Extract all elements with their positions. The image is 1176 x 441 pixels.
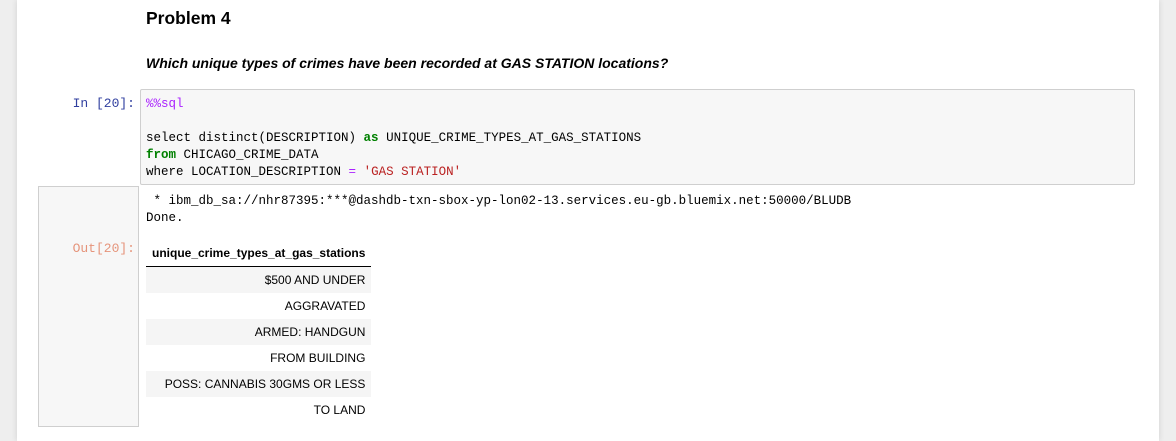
code-line-from: from CHICAGO_CRIME_DATA — [146, 147, 641, 164]
table-name: CHICAGO_CRIME_DATA — [176, 148, 319, 162]
problem-title: Problem 4 — [146, 8, 231, 28]
table-cell: ARMED: HANDGUN — [146, 319, 372, 345]
equals-operator: = — [348, 165, 357, 179]
where-clause: where LOCATION_DESCRIPTION — [146, 165, 349, 179]
table-row: FROM BUILDING — [146, 345, 371, 371]
code-input-area[interactable]: %%sql select distinct(DESCRIPTION) as UNI… — [140, 89, 1135, 185]
code-line-select: select distinct(DESCRIPTION) as UNIQUE_C… — [146, 130, 641, 147]
status-done: Done. — [146, 211, 184, 225]
sql-magic: %%sql — [146, 97, 184, 111]
table-cell: POSS: CANNABIS 30GMS OR LESS — [146, 371, 372, 397]
table-cell: FROM BUILDING — [270, 351, 366, 365]
output-stream: * ibm_db_sa://nhr87395:***@dashdb-txn-sb… — [146, 193, 851, 227]
table-cell: AGGRAVATED — [284, 299, 366, 313]
column-header: unique_crime_types_at_gas_stations — [146, 240, 372, 267]
result-table: unique_crime_types_at_gas_stations $500 … — [146, 240, 372, 423]
code-editor[interactable]: %%sql select distinct(DESCRIPTION) as UNI… — [146, 96, 641, 181]
alias-name: UNIQUE_CRIME_TYPES_AT_GAS_STATIONS — [378, 131, 642, 145]
code-line-magic: %%sql — [146, 96, 641, 113]
from-keyword: from — [146, 148, 177, 162]
table-row: $500 AND UNDER — [146, 266, 372, 293]
table-row: POSS: CANNABIS 30GMS OR LESS — [146, 371, 372, 397]
as-keyword: as — [363, 131, 379, 145]
table-header-row: unique_crime_types_at_gas_stations — [146, 240, 372, 267]
connection-string: * ibm_db_sa://nhr87395:***@dashdb-txn-sb… — [146, 194, 852, 208]
table-row: TO LAND — [146, 397, 371, 423]
table-cell: TO LAND — [313, 403, 366, 417]
input-prompt: In [20]: — [72, 96, 135, 111]
notebook-container: Problem 4 Which unique types of crimes h… — [17, 0, 1159, 441]
select-clause: select distinct(DESCRIPTION) — [146, 131, 364, 145]
table-row: ARMED: HANDGUN — [146, 319, 372, 345]
table-cell: $500 AND UNDER — [146, 266, 372, 293]
code-line-where: where LOCATION_DESCRIPTION = 'GAS STATIO… — [146, 164, 641, 181]
output-prompt: Out[20]: — [72, 241, 135, 256]
output-collapse-gutter[interactable] — [38, 186, 139, 427]
table-row: AGGRAVATED — [146, 293, 371, 319]
problem-question: Which unique types of crimes have been r… — [146, 55, 669, 71]
filter-string: 'GAS STATION' — [363, 165, 462, 179]
